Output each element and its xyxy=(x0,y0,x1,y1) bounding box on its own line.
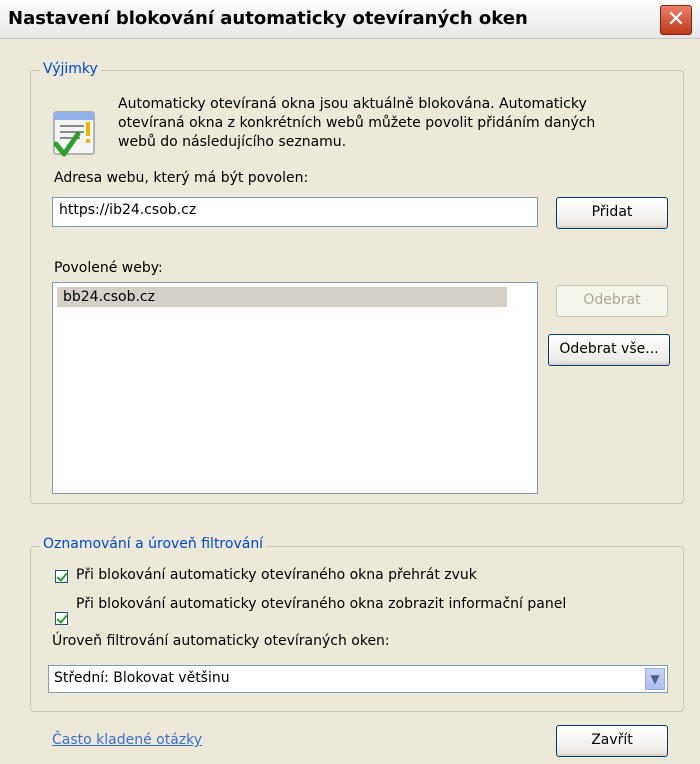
faq-link[interactable]: Často kladené otázky xyxy=(52,732,202,748)
info-text-line-3: webů do následujícího seznamu. xyxy=(118,134,347,150)
sound-checkbox-label[interactable]: Při blokování automaticky otevíraného ok… xyxy=(76,567,477,583)
exceptions-legend: Výjimky xyxy=(40,61,101,77)
remove-all-button[interactable]: Odebrat vše... xyxy=(548,334,670,366)
remove-button[interactable]: Odebrat xyxy=(556,285,668,317)
address-label: Adresa webu, který má být povolen: xyxy=(54,170,309,186)
allowed-sites-list[interactable]: bb24.csob.cz xyxy=(52,282,538,494)
filter-level-value: Střední: Blokovat většinu xyxy=(54,670,230,686)
info-text-line-2: otevíraná okna z konkrétních webů můžete… xyxy=(118,115,596,131)
close-button[interactable]: Zavřít xyxy=(556,725,668,757)
list-item[interactable]: bb24.csob.cz xyxy=(57,287,507,307)
info-text-line-1: Automaticky otevíraná okna jsou aktuálně… xyxy=(118,96,587,112)
popup-blocker-info-icon xyxy=(53,111,95,157)
filter-level-label: Úroveň filtrování automaticky otevíranýc… xyxy=(52,633,390,649)
close-icon[interactable]: ✕ xyxy=(660,5,692,35)
chevron-down-icon[interactable]: ▼ xyxy=(645,668,665,690)
infobar-checkbox-label[interactable]: Při blokování automaticky otevíraného ok… xyxy=(76,596,566,612)
address-input[interactable]: https://ib24.csob.cz xyxy=(52,197,538,227)
allowed-label: Povolené weby: xyxy=(54,260,163,276)
infobar-checkbox[interactable] xyxy=(55,612,68,625)
dialog-title: Nastavení blokování automaticky otevíran… xyxy=(8,8,528,29)
filter-level-select[interactable]: Střední: Blokovat většinu ▼ xyxy=(48,665,668,693)
sound-checkbox[interactable] xyxy=(55,570,68,583)
add-button[interactable]: Přidat xyxy=(556,197,668,229)
notifications-legend: Oznamování a úroveň filtrování xyxy=(40,536,267,552)
